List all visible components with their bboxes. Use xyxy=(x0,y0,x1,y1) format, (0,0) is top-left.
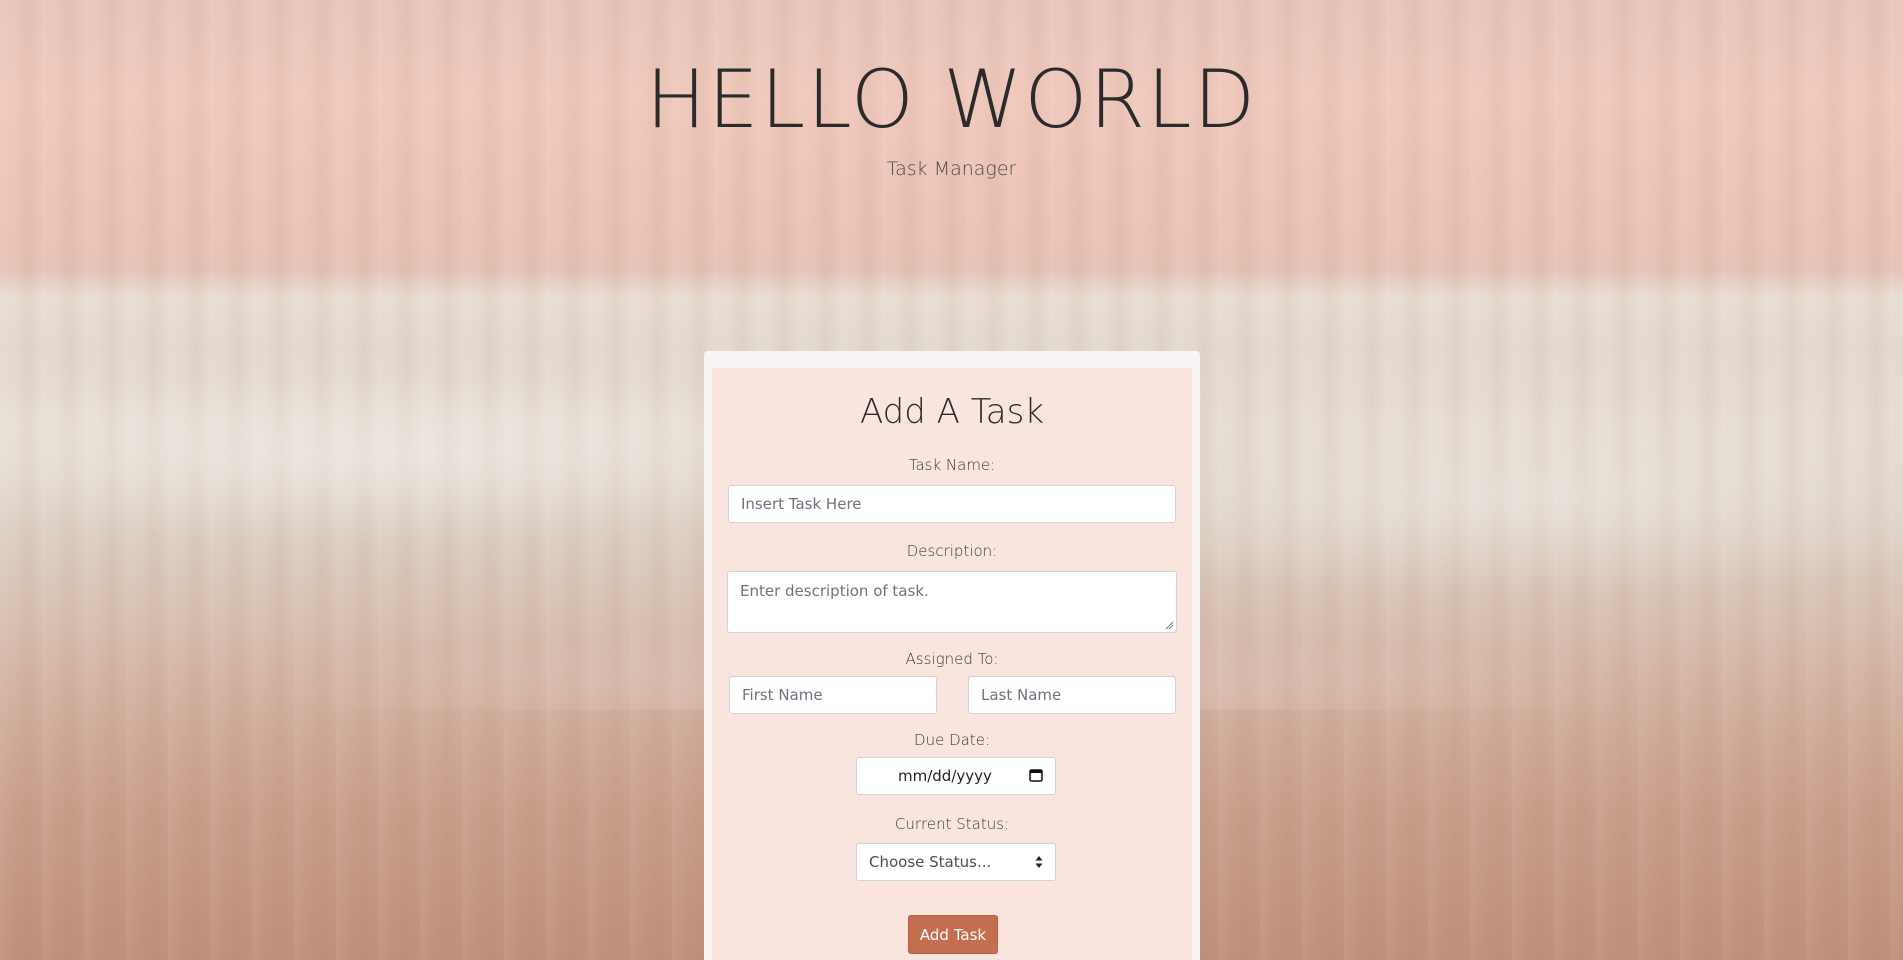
description-placeholder: Enter description of task. xyxy=(740,582,929,600)
assigned-to-label: Assigned To: xyxy=(905,650,999,668)
last-name-input[interactable]: Last Name xyxy=(968,676,1176,714)
status-label: Current Status: xyxy=(894,815,1010,833)
due-date-value: mm/dd/yyyy xyxy=(898,767,992,785)
first-name-placeholder: First Name xyxy=(742,686,823,704)
header: HELLO WORLD Task Manager xyxy=(0,0,1903,180)
task-name-placeholder: Insert Task Here xyxy=(741,495,862,513)
calendar-icon[interactable] xyxy=(1029,768,1043,782)
add-task-button[interactable]: Add Task xyxy=(908,915,998,954)
first-name-input[interactable]: First Name xyxy=(729,676,937,714)
task-form: Add A Task Task Name: Insert Task Here D… xyxy=(712,368,1192,960)
last-name-placeholder: Last Name xyxy=(981,686,1062,704)
form-heading: Add A Task xyxy=(859,392,1045,432)
description-label: Description: xyxy=(906,542,998,560)
task-name-label: Task Name: xyxy=(908,456,996,474)
page: HELLO WORLD Task Manager Add A Task Task… xyxy=(0,0,1903,960)
due-date-input[interactable]: mm/dd/yyyy xyxy=(856,757,1056,795)
task-form-container: Add A Task Task Name: Insert Task Here D… xyxy=(704,351,1200,960)
page-subtitle: Task Manager xyxy=(886,158,1017,180)
page-title: HELLO WORLD xyxy=(645,53,1258,146)
status-select[interactable]: Choose Status... xyxy=(856,843,1056,881)
resize-grip-icon[interactable] xyxy=(1165,621,1173,629)
status-selected-value: Choose Status... xyxy=(869,853,992,871)
due-date-label: Due Date: xyxy=(914,731,990,749)
task-name-input[interactable]: Insert Task Here xyxy=(728,485,1176,523)
description-textarea[interactable]: Enter description of task. xyxy=(727,571,1177,633)
select-caret-icon xyxy=(1035,856,1043,868)
